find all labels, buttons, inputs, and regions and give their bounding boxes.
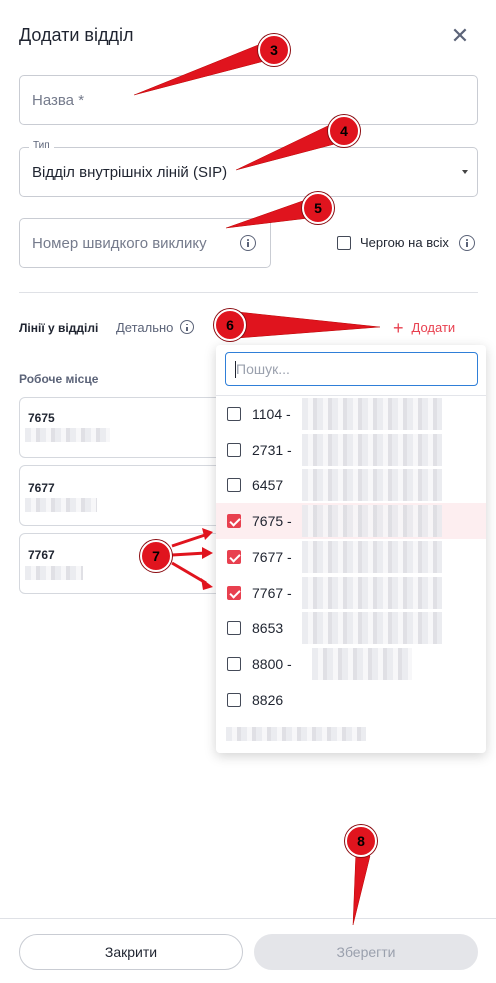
annotation-marker-3: 3 <box>258 34 290 66</box>
annotation-marker-4: 4 <box>328 115 360 147</box>
annotation-arrows <box>133 40 381 926</box>
annotation-marker-7: 7 <box>140 540 172 572</box>
annotation-marker-8: 8 <box>345 825 377 857</box>
annotation-marker-6: 6 <box>214 309 246 341</box>
annotation-marker-5: 5 <box>302 192 334 224</box>
